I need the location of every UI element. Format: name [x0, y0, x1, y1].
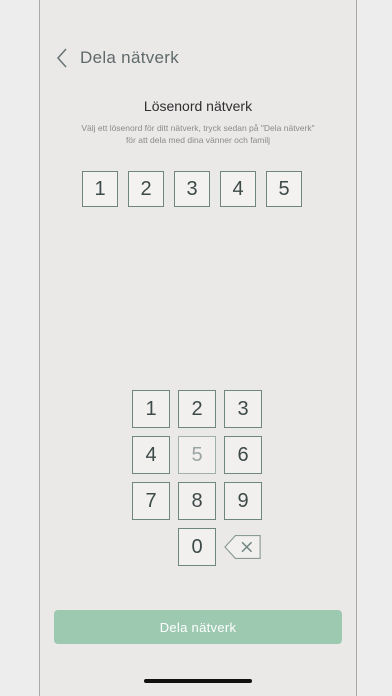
backspace-icon	[224, 535, 261, 559]
key-5[interactable]: 5	[178, 436, 216, 474]
home-indicator	[144, 679, 252, 683]
chevron-left-icon	[56, 48, 67, 68]
right-backdrop-panel	[356, 0, 392, 696]
nav-header: Dela nätverk	[52, 44, 179, 72]
code-digit-4: 4	[220, 171, 256, 207]
key-3[interactable]: 3	[224, 390, 262, 428]
instruction-line-1: Välj ett lösenord för ditt nätverk, tryc…	[81, 123, 315, 133]
page-title: Dela nätverk	[80, 48, 180, 67]
key-6[interactable]: 6	[224, 436, 262, 474]
share-network-button[interactable]: Dela nätverk	[54, 610, 342, 644]
code-digit-2: 2	[128, 171, 164, 207]
code-digit-3: 3	[174, 171, 210, 207]
code-digit-1: 1	[82, 171, 118, 207]
key-1[interactable]: 1	[132, 390, 170, 428]
instruction-line-2: för att dela med dina vänner och familj	[125, 135, 271, 145]
number-keypad: 1 2 3 4 5 6 7 8 9 0	[132, 390, 262, 566]
key-9[interactable]: 9	[224, 482, 262, 520]
key-8[interactable]: 8	[178, 482, 216, 520]
left-backdrop-panel	[0, 0, 40, 696]
key-0[interactable]: 0	[178, 528, 216, 566]
back-button[interactable]	[52, 45, 72, 71]
delete-button[interactable]	[224, 528, 262, 566]
instruction-text: Välj ett lösenord för ditt nätverk, tryc…	[50, 122, 346, 146]
key-4[interactable]: 4	[132, 436, 170, 474]
code-digit-5: 5	[266, 171, 302, 207]
key-7[interactable]: 7	[132, 482, 170, 520]
code-display: 1 2 3 4 5	[82, 171, 302, 207]
section-heading: Lösenord nätverk	[143, 98, 253, 114]
key-2[interactable]: 2	[178, 390, 216, 428]
app-screen: Dela nätverk Lösenord nätverk Välj ett l…	[40, 0, 356, 696]
